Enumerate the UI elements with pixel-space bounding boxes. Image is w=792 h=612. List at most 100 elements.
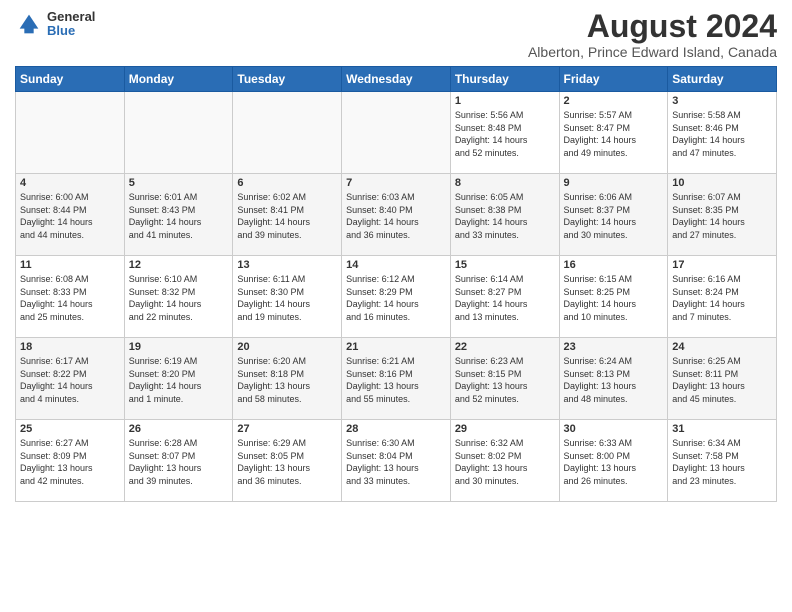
header-friday: Friday	[559, 67, 668, 92]
calendar-cell: 10 Sunrise: 6:07 AM Sunset: 8:35 PM Dayli…	[668, 174, 777, 256]
logo-general-text: General	[47, 10, 95, 24]
day-info: Sunrise: 6:03 AM Sunset: 8:40 PM Dayligh…	[346, 191, 446, 241]
day-info: Sunrise: 5:58 AM Sunset: 8:46 PM Dayligh…	[672, 109, 772, 159]
day-info: Sunrise: 6:24 AM Sunset: 8:13 PM Dayligh…	[564, 355, 664, 405]
day-info: Sunrise: 6:16 AM Sunset: 8:24 PM Dayligh…	[672, 273, 772, 323]
day-number: 25	[20, 423, 120, 435]
header-monday: Monday	[124, 67, 233, 92]
calendar-week-row: 11Sunrise: 6:08 AM Sunset: 8:33 PM Dayli…	[16, 256, 777, 338]
day-number: 6	[237, 177, 337, 189]
calendar-cell: 30Sunrise: 6:33 AM Sunset: 8:00 PM Dayli…	[559, 420, 668, 502]
day-number: 23	[564, 341, 664, 353]
day-number: 30	[564, 423, 664, 435]
day-number: 15	[455, 259, 555, 271]
day-number: 11	[20, 259, 120, 271]
day-number: 4	[20, 177, 120, 189]
day-number: 27	[237, 423, 337, 435]
day-info: Sunrise: 6:12 AM Sunset: 8:29 PM Dayligh…	[346, 273, 446, 323]
calendar-cell: 24 Sunrise: 6:25 AM Sunset: 8:11 PM Dayli…	[668, 338, 777, 420]
day-info: Sunrise: 6:01 AM Sunset: 8:43 PM Dayligh…	[129, 191, 229, 241]
day-number: 24	[672, 341, 772, 353]
calendar-week-row: 25 Sunrise: 6:27 AM Sunset: 8:09 PM Dayli…	[16, 420, 777, 502]
calendar-cell: 3 Sunrise: 5:58 AM Sunset: 8:46 PM Daylig…	[668, 92, 777, 174]
day-info: Sunrise: 6:32 AM Sunset: 8:02 PM Dayligh…	[455, 437, 555, 487]
day-info: Sunrise: 6:05 AM Sunset: 8:38 PM Dayligh…	[455, 191, 555, 241]
calendar-cell: 7 Sunrise: 6:03 AM Sunset: 8:40 PM Daylig…	[342, 174, 451, 256]
calendar-cell: 18Sunrise: 6:17 AM Sunset: 8:22 PM Dayli…	[16, 338, 125, 420]
calendar-header-row: Sunday Monday Tuesday Wednesday Thursday…	[16, 67, 777, 92]
logo: General Blue	[15, 10, 95, 39]
calendar-cell: 14 Sunrise: 6:12 AM Sunset: 8:29 PM Dayli…	[342, 256, 451, 338]
day-info: Sunrise: 6:29 AM Sunset: 8:05 PM Dayligh…	[237, 437, 337, 487]
calendar-cell: 20 Sunrise: 6:20 AM Sunset: 8:18 PM Dayli…	[233, 338, 342, 420]
day-number: 14	[346, 259, 446, 271]
day-info: Sunrise: 6:10 AM Sunset: 8:32 PM Dayligh…	[129, 273, 229, 323]
month-year-heading: August 2024	[528, 10, 777, 42]
calendar-cell: 6Sunrise: 6:02 AM Sunset: 8:41 PM Daylig…	[233, 174, 342, 256]
calendar-cell: 16 Sunrise: 6:15 AM Sunset: 8:25 PM Dayli…	[559, 256, 668, 338]
day-info: Sunrise: 6:27 AM Sunset: 8:09 PM Dayligh…	[20, 437, 120, 487]
calendar-week-row: 4 Sunrise: 6:00 AM Sunset: 8:44 PM Daylig…	[16, 174, 777, 256]
day-number: 29	[455, 423, 555, 435]
calendar-cell	[342, 92, 451, 174]
day-info: Sunrise: 6:07 AM Sunset: 8:35 PM Dayligh…	[672, 191, 772, 241]
header-saturday: Saturday	[668, 67, 777, 92]
logo-blue-text: Blue	[47, 24, 95, 38]
calendar-cell	[233, 92, 342, 174]
day-number: 28	[346, 423, 446, 435]
day-number: 19	[129, 341, 229, 353]
location-label: Alberton, Prince Edward Island, Canada	[528, 44, 777, 60]
day-info: Sunrise: 6:25 AM Sunset: 8:11 PM Dayligh…	[672, 355, 772, 405]
day-info: Sunrise: 6:15 AM Sunset: 8:25 PM Dayligh…	[564, 273, 664, 323]
day-number: 1	[455, 95, 555, 107]
calendar-cell: 15 Sunrise: 6:14 AM Sunset: 8:27 PM Dayli…	[450, 256, 559, 338]
day-number: 12	[129, 259, 229, 271]
day-info: Sunrise: 5:56 AM Sunset: 8:48 PM Dayligh…	[455, 109, 555, 159]
day-number: 5	[129, 177, 229, 189]
header-wednesday: Wednesday	[342, 67, 451, 92]
day-number: 2	[564, 95, 664, 107]
title-block: August 2024 Alberton, Prince Edward Isla…	[528, 10, 777, 60]
day-number: 13	[237, 259, 337, 271]
day-number: 16	[564, 259, 664, 271]
calendar-cell: 25 Sunrise: 6:27 AM Sunset: 8:09 PM Dayli…	[16, 420, 125, 502]
calendar-cell: 22Sunrise: 6:23 AM Sunset: 8:15 PM Dayli…	[450, 338, 559, 420]
calendar-cell: 13Sunrise: 6:11 AM Sunset: 8:30 PM Dayli…	[233, 256, 342, 338]
header-sunday: Sunday	[16, 67, 125, 92]
calendar-cell: 12 Sunrise: 6:10 AM Sunset: 8:32 PM Dayli…	[124, 256, 233, 338]
day-number: 31	[672, 423, 772, 435]
day-number: 18	[20, 341, 120, 353]
day-info: Sunrise: 6:00 AM Sunset: 8:44 PM Dayligh…	[20, 191, 120, 241]
calendar-cell: 17Sunrise: 6:16 AM Sunset: 8:24 PM Dayli…	[668, 256, 777, 338]
calendar-cell: 26Sunrise: 6:28 AM Sunset: 8:07 PM Dayli…	[124, 420, 233, 502]
day-number: 20	[237, 341, 337, 353]
day-info: Sunrise: 6:06 AM Sunset: 8:37 PM Dayligh…	[564, 191, 664, 241]
calendar-week-row: 18Sunrise: 6:17 AM Sunset: 8:22 PM Dayli…	[16, 338, 777, 420]
calendar-cell: 2 Sunrise: 5:57 AM Sunset: 8:47 PM Daylig…	[559, 92, 668, 174]
calendar-cell: 29 Sunrise: 6:32 AM Sunset: 8:02 PM Dayli…	[450, 420, 559, 502]
calendar-cell	[124, 92, 233, 174]
day-number: 10	[672, 177, 772, 189]
day-number: 8	[455, 177, 555, 189]
day-number: 21	[346, 341, 446, 353]
logo-icon	[15, 10, 43, 38]
calendar-cell: 5 Sunrise: 6:01 AM Sunset: 8:43 PM Daylig…	[124, 174, 233, 256]
day-number: 26	[129, 423, 229, 435]
calendar-table: Sunday Monday Tuesday Wednesday Thursday…	[15, 66, 777, 502]
calendar-cell: 1 Sunrise: 5:56 AM Sunset: 8:48 PM Daylig…	[450, 92, 559, 174]
day-info: Sunrise: 5:57 AM Sunset: 8:47 PM Dayligh…	[564, 109, 664, 159]
day-info: Sunrise: 6:14 AM Sunset: 8:27 PM Dayligh…	[455, 273, 555, 323]
day-info: Sunrise: 6:20 AM Sunset: 8:18 PM Dayligh…	[237, 355, 337, 405]
calendar-cell	[16, 92, 125, 174]
day-number: 7	[346, 177, 446, 189]
day-info: Sunrise: 6:34 AM Sunset: 7:58 PM Dayligh…	[672, 437, 772, 487]
calendar-cell: 21Sunrise: 6:21 AM Sunset: 8:16 PM Dayli…	[342, 338, 451, 420]
day-number: 3	[672, 95, 772, 107]
calendar-cell: 23 Sunrise: 6:24 AM Sunset: 8:13 PM Dayli…	[559, 338, 668, 420]
calendar-cell: 31 Sunrise: 6:34 AM Sunset: 7:58 PM Dayli…	[668, 420, 777, 502]
calendar-cell: 27 Sunrise: 6:29 AM Sunset: 8:05 PM Dayli…	[233, 420, 342, 502]
calendar-cell: 4 Sunrise: 6:00 AM Sunset: 8:44 PM Daylig…	[16, 174, 125, 256]
calendar-week-row: 1 Sunrise: 5:56 AM Sunset: 8:48 PM Daylig…	[16, 92, 777, 174]
day-info: Sunrise: 6:30 AM Sunset: 8:04 PM Dayligh…	[346, 437, 446, 487]
calendar-cell: 9Sunrise: 6:06 AM Sunset: 8:37 PM Daylig…	[559, 174, 668, 256]
